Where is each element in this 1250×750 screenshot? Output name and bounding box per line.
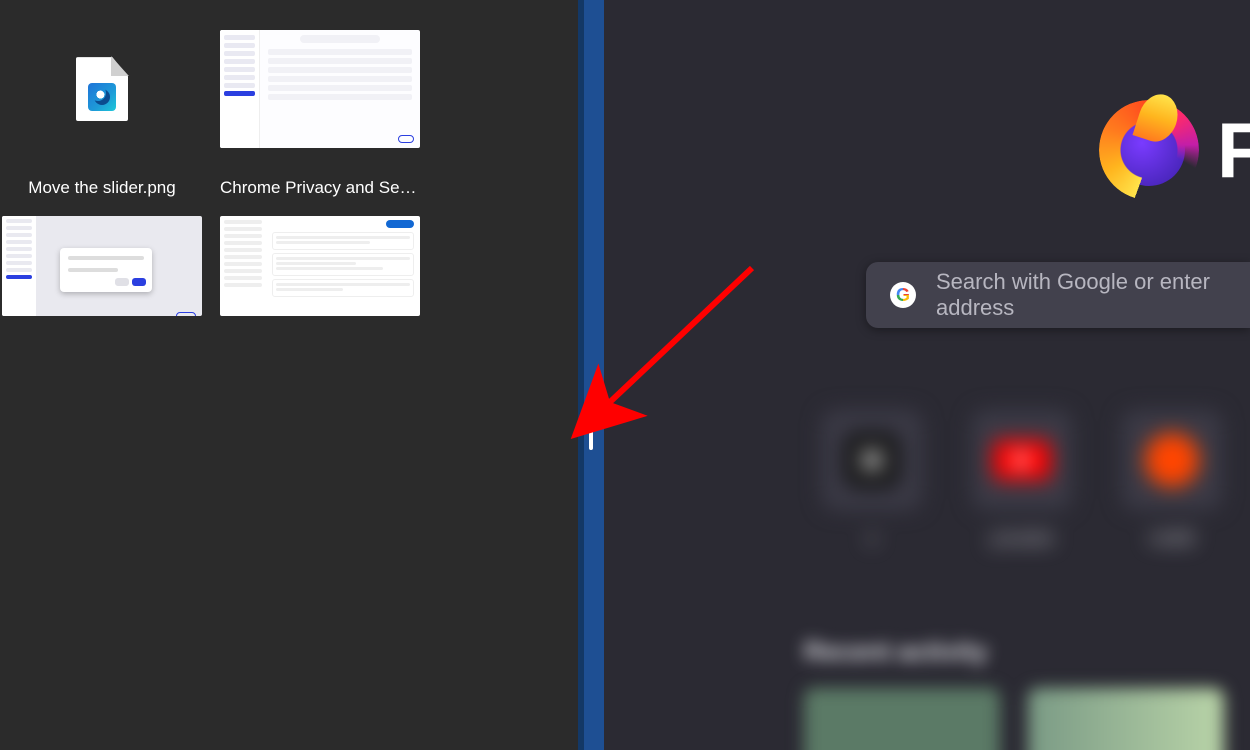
file-item[interactable]: Move the slider.png bbox=[2, 0, 202, 198]
recent-card[interactable] bbox=[804, 688, 1000, 750]
file-explorer-pane: Move the slider.png Chrome Privacy and S… bbox=[0, 0, 578, 750]
search-bar[interactable]: Search with Google or enter address bbox=[866, 262, 1250, 328]
google-icon bbox=[890, 282, 916, 308]
recent-card[interactable] bbox=[1028, 688, 1224, 750]
shortcut-tile[interactable]: x bbox=[822, 410, 922, 549]
screenshot-preview bbox=[2, 216, 202, 316]
search-placeholder: Search with Google or enter address bbox=[936, 269, 1226, 321]
file-label: Chrome Privacy and Securi… bbox=[220, 178, 420, 198]
shortcut-label: x bbox=[868, 528, 877, 549]
window-snap-divider[interactable] bbox=[578, 0, 604, 750]
screenshot-preview bbox=[220, 30, 420, 148]
file-label: Move the slider.png bbox=[28, 178, 175, 198]
youtube-icon bbox=[993, 440, 1051, 480]
shortcut-label: reddit bbox=[1149, 528, 1194, 549]
file-item[interactable] bbox=[2, 216, 202, 346]
top-sites-row: x youtube reddit bbox=[822, 410, 1250, 549]
file-item[interactable] bbox=[220, 216, 420, 346]
firefox-logo-icon bbox=[1099, 100, 1199, 200]
drag-handle-icon[interactable] bbox=[589, 410, 593, 450]
firefox-newtab-pane: F Search with Google or enter address x … bbox=[604, 0, 1250, 750]
shortcut-tile[interactable]: reddit bbox=[1122, 410, 1222, 549]
recent-activity-heading: Recent activity bbox=[804, 636, 988, 667]
thumbnail-grid: Move the slider.png Chrome Privacy and S… bbox=[0, 0, 578, 346]
file-thumbnail bbox=[220, 30, 420, 148]
firefox-wordmark: F bbox=[1217, 111, 1250, 189]
file-thumbnail bbox=[2, 216, 202, 316]
recent-activity-row bbox=[804, 688, 1250, 750]
image-file-icon bbox=[76, 57, 128, 121]
file-thumbnail bbox=[220, 216, 420, 316]
shortcut-label: youtube bbox=[990, 528, 1054, 549]
screenshot-preview bbox=[220, 216, 420, 316]
x-icon bbox=[845, 433, 899, 487]
firefox-brand: F bbox=[1099, 100, 1250, 200]
file-item[interactable]: Chrome Privacy and Securi… bbox=[220, 0, 420, 198]
file-thumbnail bbox=[2, 30, 202, 148]
shortcut-tile[interactable]: youtube bbox=[972, 410, 1072, 549]
reddit-icon bbox=[1145, 433, 1199, 487]
